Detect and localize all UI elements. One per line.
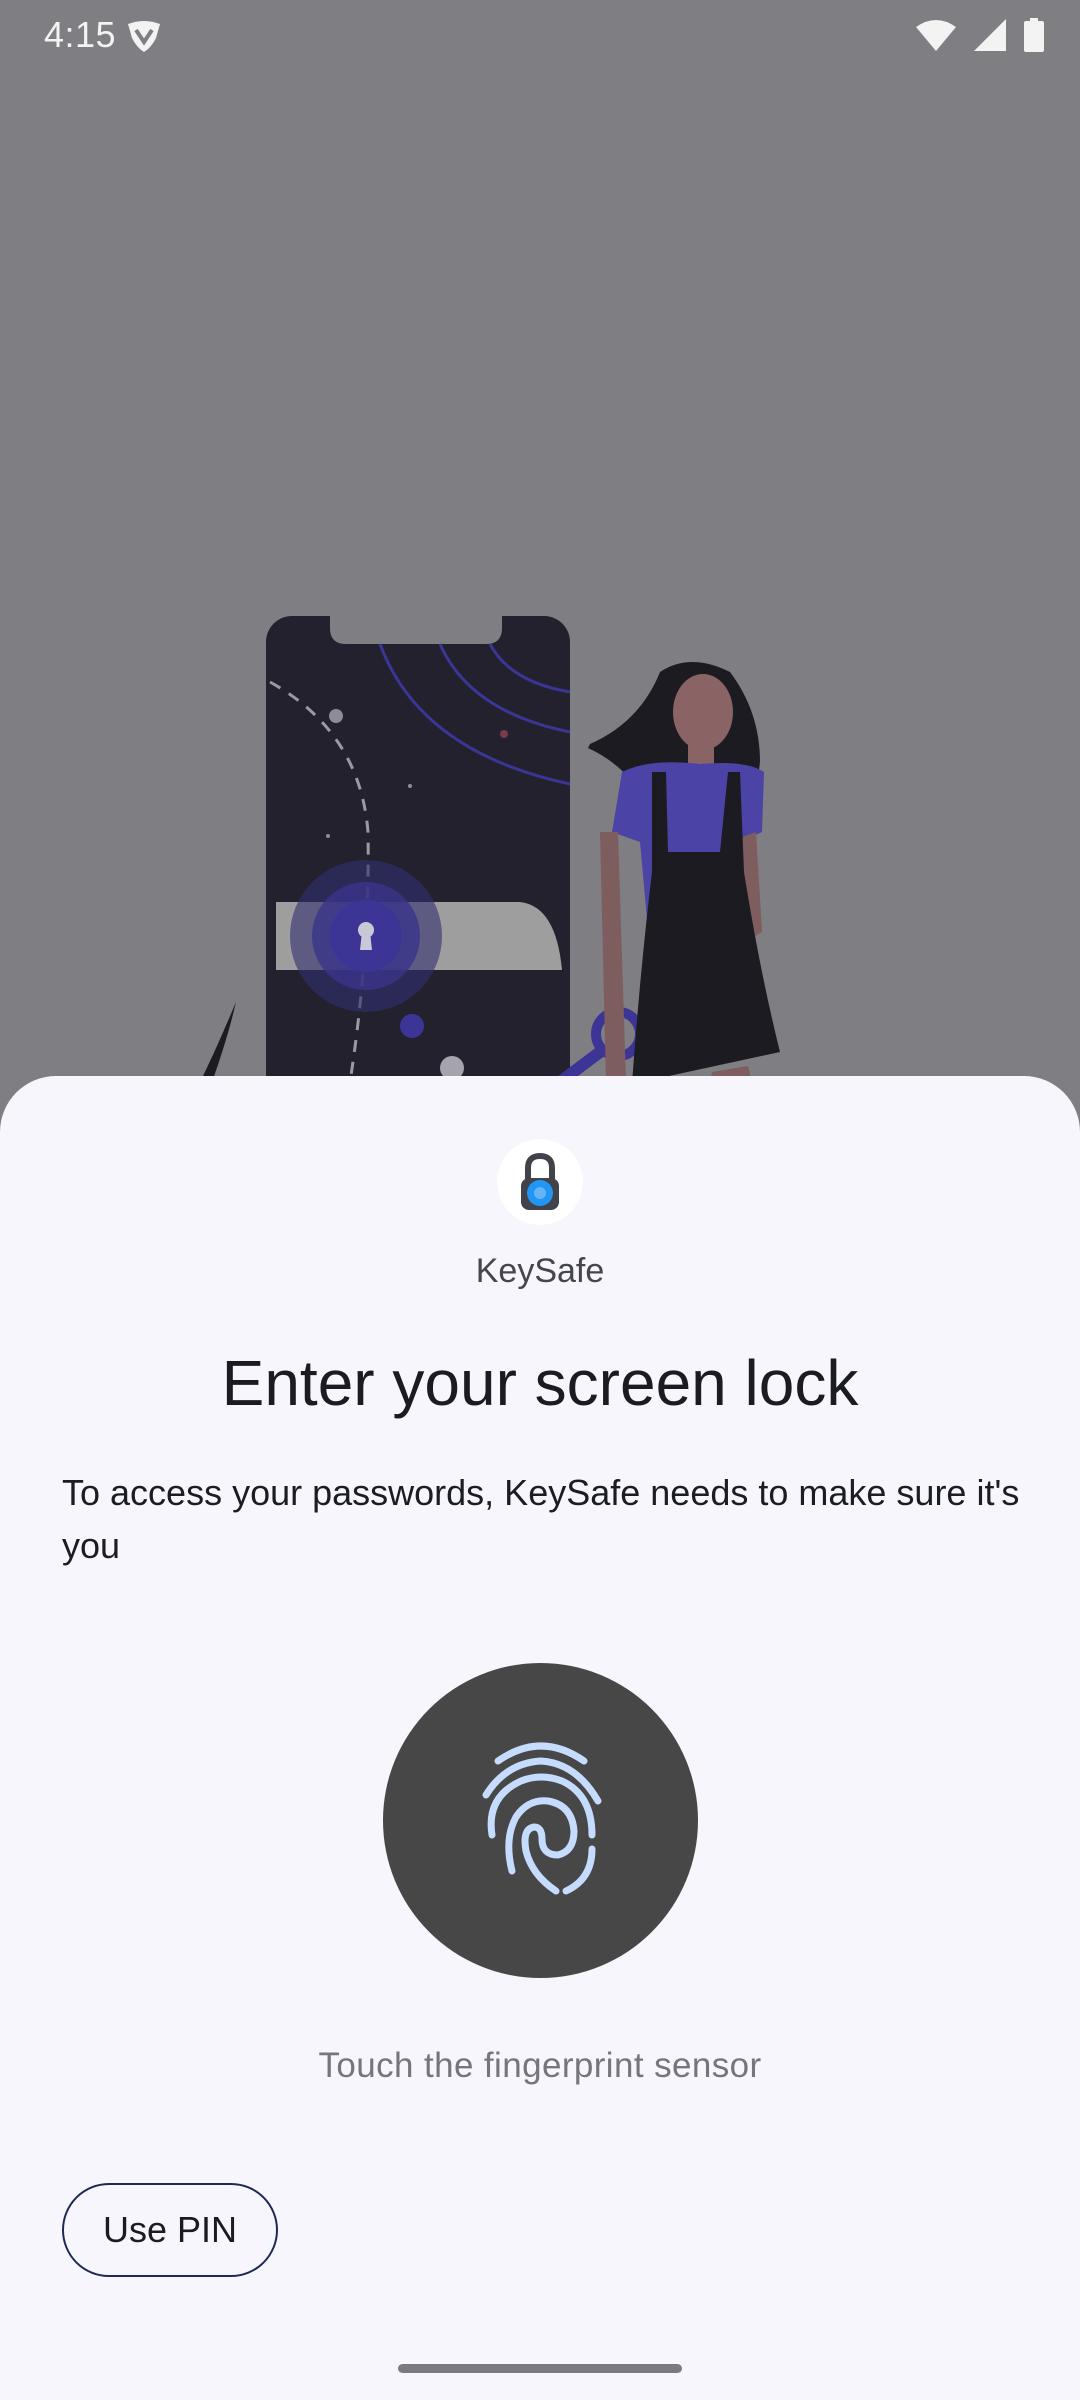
wifi-icon: [916, 19, 956, 56]
padlock-icon: [497, 1139, 583, 1225]
prompt-subtitle: To access your passwords, KeySafe needs …: [62, 1472, 1020, 1566]
status-time: 4:15: [44, 14, 117, 55]
cellular-signal-icon: [974, 19, 1006, 56]
fingerprint-button[interactable]: [383, 1663, 698, 1978]
biometric-prompt-sheet: KeySafe Enter your screen lock To access…: [0, 1076, 1080, 2400]
shield-notification-icon: [126, 20, 162, 59]
fingerprint-hint: Touch the fingerprint sensor: [318, 2046, 762, 2085]
lock-illustration: [0, 72, 1080, 1136]
fingerprint-icon: [476, 1739, 606, 1902]
app-name: KeySafe: [475, 1252, 605, 1290]
status-icons: [916, 18, 1044, 57]
prompt-title: Enter your screen lock: [221, 1347, 859, 1419]
battery-icon: [1024, 18, 1044, 57]
use-pin-button[interactable]: Use PIN: [62, 2183, 278, 2277]
status-bar: 4:15: [0, 0, 1080, 72]
navigation-handle[interactable]: [398, 2364, 682, 2373]
